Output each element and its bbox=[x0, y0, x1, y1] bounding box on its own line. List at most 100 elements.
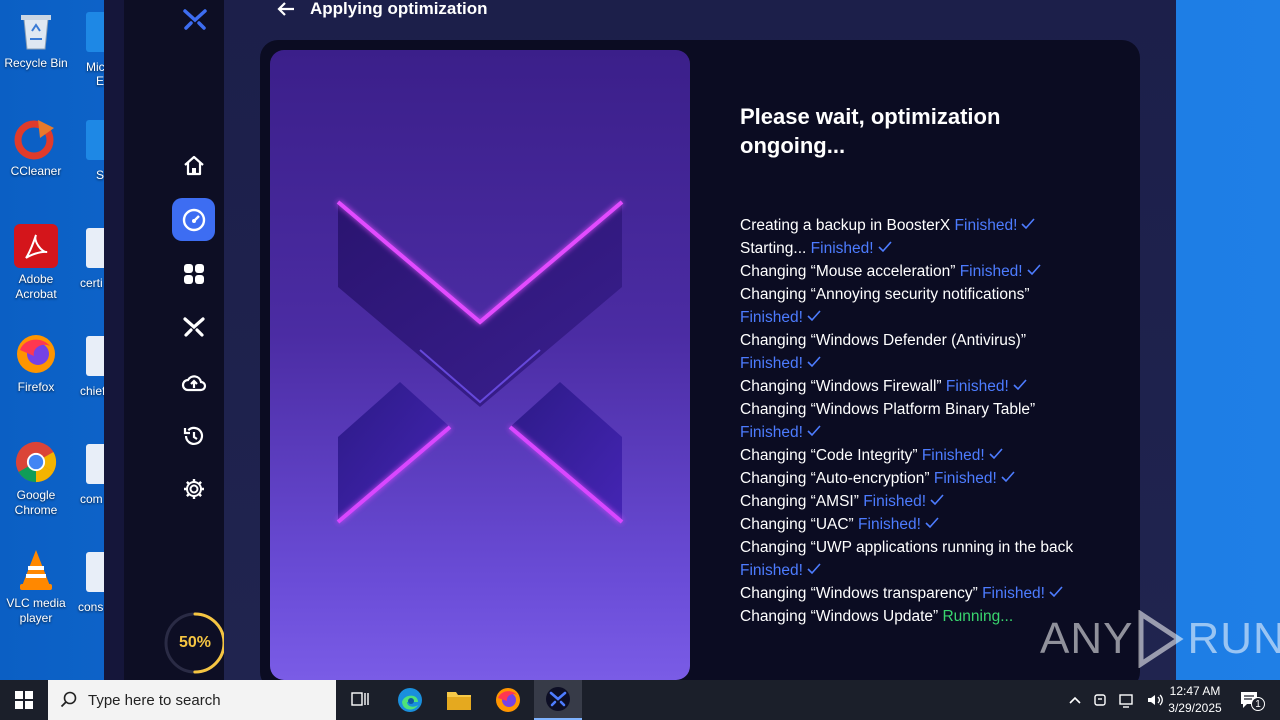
partial-desktop-label: chief bbox=[80, 384, 106, 398]
log-line: Changing “UWP applications running in th… bbox=[740, 536, 1076, 559]
log-step-text: Changing “Windows Platform Binary Table” bbox=[740, 401, 1036, 418]
log-line: Changing “Mouse acceleration” Finished! bbox=[740, 260, 1076, 283]
taskbar-firefox[interactable] bbox=[484, 680, 532, 720]
sidebar-home-button[interactable] bbox=[172, 144, 215, 187]
log-step-text: Changing “Windows Update” bbox=[740, 608, 939, 625]
log-status-finished: Finished! bbox=[982, 585, 1045, 602]
log-step-text: Creating a backup in BoosterX bbox=[740, 217, 951, 234]
taskbar-file-explorer[interactable] bbox=[435, 680, 483, 720]
log-line: Finished! bbox=[740, 352, 1076, 375]
log-step-text: Changing “Mouse acceleration” bbox=[740, 263, 956, 280]
log-step-text: Changing “Annoying security notification… bbox=[740, 286, 1030, 303]
log-step-text: Starting... bbox=[740, 240, 807, 257]
notification-badge: 1 bbox=[1251, 697, 1265, 711]
partial-desktop-label: Mic bbox=[86, 60, 105, 74]
desktop-icon-vlc[interactable]: VLC media player bbox=[0, 548, 72, 626]
sidebar-apps-button[interactable] bbox=[172, 252, 215, 295]
log-step-text: Changing “Windows transparency” bbox=[740, 585, 978, 602]
page-header: Applying optimization bbox=[276, 0, 488, 20]
log-line: Changing “Windows Platform Binary Table” bbox=[740, 398, 1076, 421]
sidebar-settings-button[interactable] bbox=[172, 467, 215, 510]
checkmark-icon bbox=[989, 448, 1003, 460]
log-status-finished: Finished! bbox=[954, 217, 1018, 234]
taskbar-search-box[interactable]: Type here to search bbox=[48, 680, 336, 720]
home-icon bbox=[183, 155, 204, 175]
boosterx-hero-logo bbox=[336, 200, 624, 524]
history-icon bbox=[183, 426, 203, 445]
edge-icon bbox=[398, 688, 422, 712]
sidebar: 50% bbox=[124, 0, 226, 680]
checkmark-icon bbox=[925, 517, 939, 529]
log-line: Changing “Windows transparency” Finished… bbox=[740, 582, 1076, 605]
log-status-finished: Finished! bbox=[740, 355, 803, 372]
desktop-icon-label: Firefox bbox=[17, 380, 55, 394]
system-tray bbox=[1068, 680, 1164, 720]
usb-device-icon[interactable] bbox=[1092, 692, 1108, 708]
optimization-status-title: Please wait, optimization ongoing... bbox=[740, 104, 1001, 158]
log-status-finished: Finished! bbox=[740, 309, 803, 326]
log-step-text: Changing “UAC” bbox=[740, 516, 854, 533]
log-line: Creating a backup in BoosterX Finished! bbox=[740, 214, 1076, 237]
log-line: Changing “Code Integrity” Finished! bbox=[740, 444, 1076, 467]
partial-desktop-label: S bbox=[96, 168, 105, 182]
task-view-button[interactable] bbox=[336, 680, 384, 720]
partial-desktop-label: E bbox=[96, 74, 105, 88]
sidebar-optimize-button[interactable] bbox=[172, 198, 215, 241]
taskbar-clock[interactable]: 12:47 AM 3/29/2025 bbox=[1158, 683, 1232, 717]
taskbar-boosterx[interactable] bbox=[534, 680, 582, 720]
sidebar-cloud-button[interactable] bbox=[172, 361, 215, 404]
checkmark-icon bbox=[1027, 264, 1041, 276]
log-step-text: Changing “Code Integrity” bbox=[740, 447, 918, 464]
desktop-icon-adobe-acrobat[interactable]: Adobe Acrobat bbox=[0, 224, 72, 302]
boosterx-icon bbox=[546, 687, 570, 711]
log-step-text: Changing “UWP applications running in th… bbox=[740, 539, 1074, 556]
log-status-finished: Finished! bbox=[959, 263, 1023, 280]
folder-icon bbox=[447, 692, 471, 710]
task-view-icon bbox=[351, 692, 369, 706]
speedometer-icon bbox=[182, 208, 205, 231]
boosterx-icon bbox=[182, 316, 205, 337]
log-line: Changing “Windows Firewall” Finished! bbox=[740, 375, 1076, 398]
firefox-icon bbox=[14, 332, 58, 376]
cloud-upload-icon bbox=[181, 374, 206, 391]
checkmark-icon bbox=[807, 356, 821, 368]
sidebar-boosterx-button[interactable] bbox=[172, 305, 215, 348]
log-line: Finished! bbox=[740, 421, 1076, 444]
checkmark-icon bbox=[930, 494, 944, 506]
clock-date: 3/29/2025 bbox=[1168, 701, 1222, 715]
log-step-text: Changing “Windows Firewall” bbox=[740, 378, 942, 395]
desktop-icon-label: VLC media player bbox=[6, 596, 66, 625]
desktop-icon-label: CCleaner bbox=[10, 164, 62, 178]
taskbar-edge[interactable] bbox=[386, 680, 434, 720]
desktop-icon-recycle-bin[interactable]: Recycle Bin bbox=[0, 8, 72, 71]
checkmark-icon bbox=[1021, 218, 1036, 230]
notification-center-button[interactable]: 1 bbox=[1228, 680, 1272, 720]
network-icon[interactable] bbox=[1118, 692, 1136, 708]
start-button[interactable] bbox=[0, 680, 48, 720]
partial-desktop-label: cons bbox=[78, 600, 104, 614]
window-left-strip bbox=[104, 0, 124, 680]
boosterx-hero-image bbox=[270, 50, 690, 680]
search-placeholder: Type here to search bbox=[88, 691, 221, 709]
chevron-up-icon[interactable] bbox=[1068, 695, 1082, 705]
log-status-finished: Finished! bbox=[921, 447, 985, 464]
log-step-text: Changing “Auto-encryption” bbox=[740, 470, 930, 487]
desktop-icon-google-chrome[interactable]: Google Chrome bbox=[0, 440, 72, 518]
watermark-text-left: ANY bbox=[1040, 614, 1134, 663]
partial-desktop-label: certi bbox=[80, 276, 103, 290]
checkmark-icon bbox=[1049, 586, 1063, 598]
log-status-finished: Finished! bbox=[810, 240, 874, 257]
log-line: Changing “UAC” Finished! bbox=[740, 513, 1076, 536]
page-title: Applying optimization bbox=[310, 0, 488, 18]
desktop-icon-label: Adobe Acrobat bbox=[15, 272, 57, 301]
partial-desktop-label: com bbox=[80, 492, 103, 506]
log-status-finished: Finished! bbox=[933, 470, 997, 487]
firefox-icon bbox=[496, 688, 520, 712]
sidebar-history-button[interactable] bbox=[172, 414, 215, 457]
back-arrow-icon[interactable] bbox=[276, 1, 296, 17]
checkmark-icon bbox=[1013, 379, 1027, 391]
desktop-icon-firefox[interactable]: Firefox bbox=[0, 332, 72, 395]
recycle-bin-icon bbox=[14, 8, 58, 52]
desktop-icon-ccleaner[interactable]: CCleaner bbox=[0, 116, 72, 179]
settings-icon bbox=[183, 478, 204, 499]
